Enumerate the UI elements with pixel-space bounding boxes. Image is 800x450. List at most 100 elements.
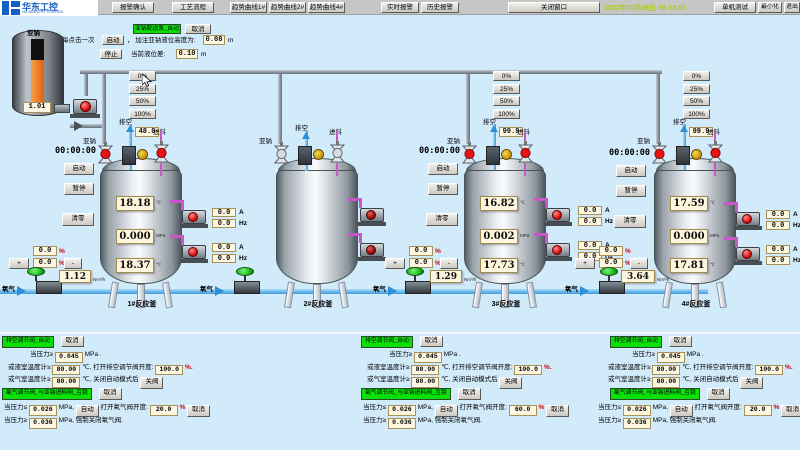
r1-pause-button[interactable]: 暂停 [64,183,94,195]
r1-nitrite-valve-label: 亚钠 [83,138,96,146]
r3-opening-100-button[interactable]: 100% [493,109,520,119]
p1-line4-mid: MPa, [59,404,74,411]
p2-o2-line-cancel-button[interactable]: 取消 [546,405,569,417]
p1-vent-auto-button[interactable]: 排空调节阀_自动 [2,336,54,348]
r4-nitrite-valve-icon[interactable] [651,142,668,165]
r1-clear-button[interactable]: 清零 [62,213,94,226]
r3-feed-pipe [524,163,526,176]
p1-o2-interlock-button[interactable]: 氧气调节阀_与亚钠进料阀_互锁 [2,388,92,400]
p3-o2-line-cancel-button[interactable]: 取消 [781,405,800,417]
r1-nitrite-valve-icon[interactable] [97,142,114,165]
r4-pump1-base [734,226,762,230]
trend-curve-2-button[interactable]: 趋势曲线2# [269,2,306,13]
p1-pressure-force-setpoint[interactable]: 0.036 [29,418,57,429]
p3-o2-opening-setpoint[interactable]: 20.0 [744,405,772,416]
nitrite-pump-auto-button[interactable]: 亚钠配送泵_自动 [133,24,181,34]
r4-temp-bottom-unit: ℃ [710,262,715,268]
r3-pump1-amps-unit: A [605,207,610,215]
r3-pause-button[interactable]: 暂停 [428,183,458,195]
r4-pump2-pipe [735,237,738,247]
r1-start-button[interactable]: 启动 [64,163,94,175]
r4-clear-button[interactable]: 清零 [614,215,646,228]
r1-feed-valve-icon[interactable] [153,141,170,164]
p3-pressure-force-setpoint[interactable]: 0.036 [623,418,651,429]
p3-vent-auto-button[interactable]: 排空调节阀_自动 [610,336,662,348]
minimize-button[interactable]: 最小化 [758,2,782,13]
r1-plus-button[interactable]: + [9,258,29,269]
r3-nitrite-valve-icon[interactable] [461,142,478,165]
r4-setpoint1-display[interactable]: 0.0 [599,246,623,256]
r3-opening-0-button[interactable]: 0% [493,71,520,81]
r3-vent-arrow-icon [490,125,498,132]
trend-curve-4-button[interactable]: 趋势曲线4# [308,2,345,13]
nitrite-outlet-valve-icon[interactable] [54,104,70,113]
add-height-value[interactable]: 0.08 [203,35,225,45]
p2-line1-text: 当压力≥ [389,351,412,358]
p2-vent-cancel-button[interactable]: 取消 [420,336,443,348]
r1-minus-button[interactable]: - [64,258,82,269]
r1-pump2-freq-unit: Hz [239,255,247,263]
feed-start-button[interactable]: 启动 [102,35,124,45]
r3-start-button[interactable]: 启动 [428,163,458,175]
r4-minus-button[interactable]: - [630,258,648,269]
r1-opening-50-button[interactable]: 50% [129,96,156,106]
r3-opening-50-button[interactable]: 50% [493,96,520,106]
r3-setpoint1-display[interactable]: 0.0 [409,246,433,256]
r3-oxygen-arrow-icon [388,286,397,296]
p1-o2-line-cancel-button[interactable]: 取消 [187,405,210,417]
standalone-test-button[interactable]: 单机测试 [714,2,756,13]
pipe-main-feed [80,70,662,74]
r4-opening-100-button[interactable]: 100% [683,109,710,119]
r4-opening-0-button[interactable]: 0% [683,71,710,81]
r3-clear-button[interactable]: 清零 [426,213,458,226]
r3-timer: 00:00:00 [402,146,460,156]
r1-pump1-amps-unit: A [239,209,244,217]
nitrite-pump-cancel-button[interactable]: 取消 [185,24,211,34]
r4-vent-arrow-icon [680,125,688,132]
realtime-alarm-button[interactable]: 实时报警 [381,2,419,13]
r2-nitrite-valve-icon[interactable] [273,142,290,165]
r3-opening-25-button[interactable]: 25% [493,84,520,94]
r4-opening-50-button[interactable]: 50% [683,96,710,106]
p3-o2-cancel-button[interactable]: 取消 [707,388,730,400]
trend-curve-1-button[interactable]: 趋势曲线1# [230,2,267,13]
exit-button[interactable]: 退出 [784,2,800,13]
alarm-ack-button[interactable]: 报警确认 [112,2,154,13]
p2-o2-cancel-button[interactable]: 取消 [458,388,481,400]
r2-feed-valve-icon[interactable] [329,141,346,164]
p3-vent-cancel-button[interactable]: 取消 [669,336,692,348]
p1-close-valve-button[interactable]: 关阀 [140,377,163,389]
r4-start-button[interactable]: 启动 [616,165,646,177]
r3-vent-valve-icon[interactable] [486,146,500,165]
p2-o2-opening-setpoint[interactable]: 60.0 [509,405,537,416]
r4-pump1-pipe [735,202,738,212]
r1-vent-valve-icon[interactable] [122,146,136,165]
p3-line2-unit: %. [785,364,793,371]
r4-plus-button[interactable]: + [575,258,595,269]
close-window-button[interactable]: 关闭窗口 [508,2,600,13]
r2-vent-valve-icon[interactable] [298,146,312,165]
p2-pressure-force-setpoint[interactable]: 0.036 [388,418,416,429]
p1-o2-cancel-button[interactable]: 取消 [99,388,122,400]
p2-close-valve-button[interactable]: 关阀 [499,377,522,389]
process-flow-button[interactable]: 工艺流程 [172,2,214,13]
p3-close-valve-button[interactable]: 关阀 [740,377,763,389]
p1-vent-cancel-button[interactable]: 取消 [61,336,84,348]
r3-vent-actuator-icon [501,149,512,160]
level-diff-value[interactable]: 0.10 [176,49,198,59]
feed-stop-button[interactable]: 停止 [100,49,122,59]
p2-o2-interlock-button[interactable]: 氧气调节阀_与亚钠进料阀_互锁 [361,388,451,400]
history-alarm-button[interactable]: 历史报警 [421,2,459,13]
r4-vent-valve-icon[interactable] [676,146,690,165]
r4-opening-25-button[interactable]: 25% [683,84,710,94]
p1-o2-opening-setpoint[interactable]: 20.0 [150,405,178,416]
r1-opening-100-button[interactable]: 100% [129,109,156,119]
p3-o2-interlock-button[interactable]: 氧气调节阀_与亚钠进料阀_互锁 [610,388,700,400]
r1-setpoint1-display[interactable]: 0.0 [33,246,57,256]
r4-feed-valve-icon[interactable] [707,141,724,164]
r4-pause-button[interactable]: 暂停 [616,185,646,197]
p2-vent-auto-button[interactable]: 排空调节阀_自动 [361,336,413,348]
r3-plus-button[interactable]: + [385,258,405,269]
r3-feed-valve-icon[interactable] [517,141,534,164]
r3-minus-button[interactable]: - [440,258,458,269]
